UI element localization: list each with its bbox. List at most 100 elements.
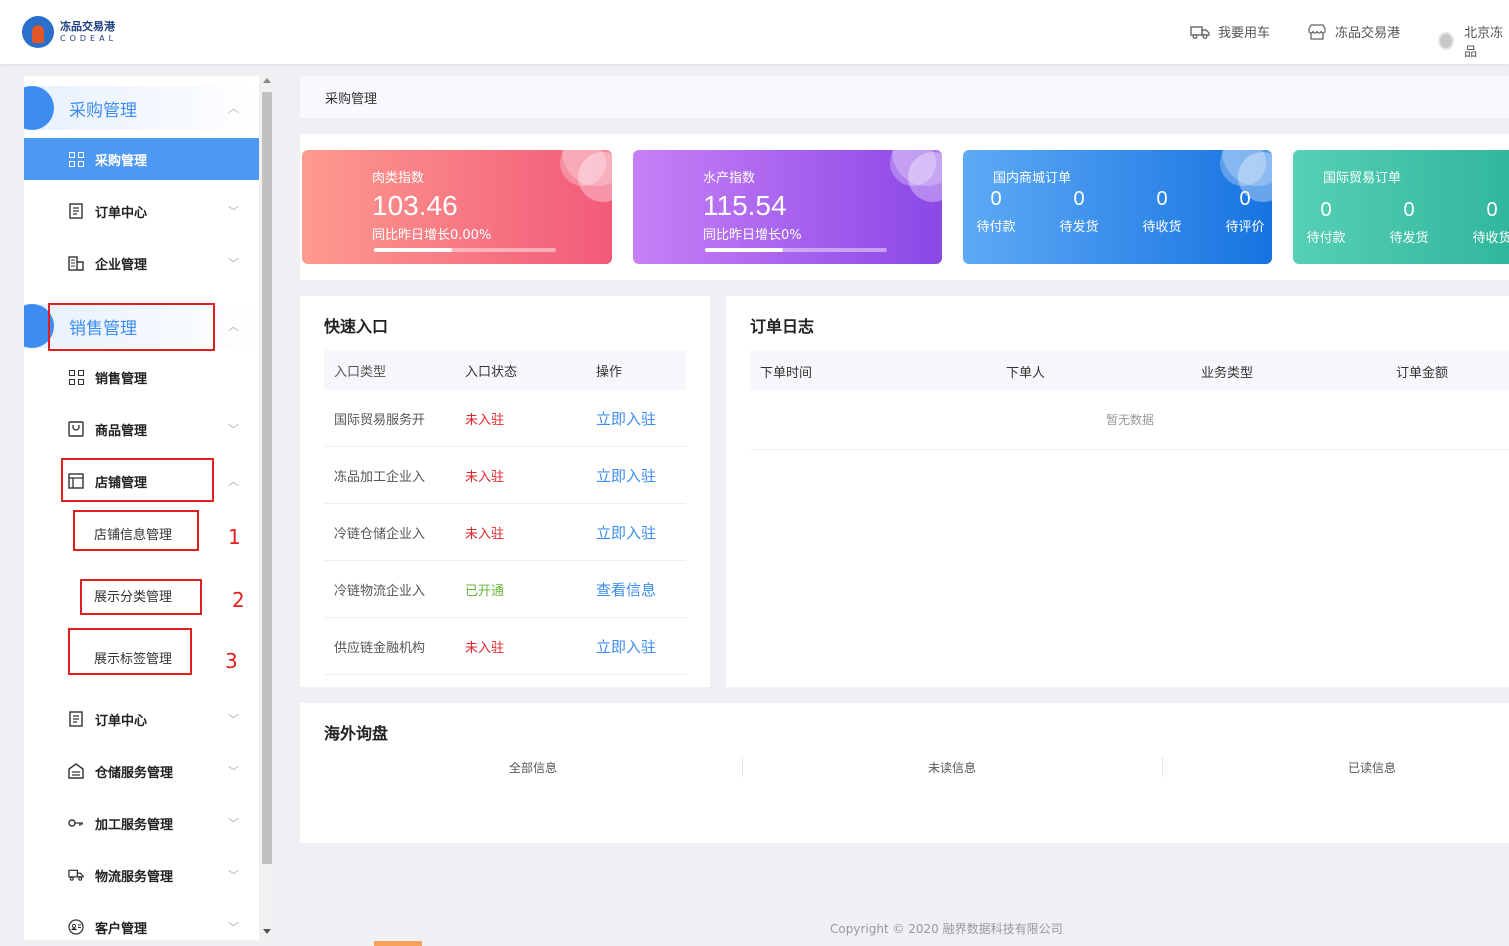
sidebar-item-product-mgmt[interactable]: 商品管理 — [24, 408, 259, 450]
card-progress — [374, 248, 556, 252]
order-stat-label: 待付款 — [1306, 231, 1346, 246]
chevron-down-icon — [228, 867, 239, 883]
tab-unread-info[interactable]: 未读信息 — [928, 759, 976, 776]
logo[interactable]: 冻品交易港 CODEAL — [22, 16, 117, 48]
nav-trade-port[interactable]: 冻品交易港 — [1307, 22, 1400, 41]
annotation-number-3: 3 — [225, 649, 238, 673]
card-title: 肉类指数 — [372, 171, 425, 186]
scroll-down-icon[interactable] — [263, 929, 271, 934]
annotation-box-3 — [68, 628, 192, 675]
column-header: 下单人 — [1006, 366, 1046, 381]
column-header: 订单金额 — [1396, 366, 1449, 381]
order-stat-pending-payment[interactable]: 0 待付款 — [1296, 199, 1356, 246]
table-row: 供应链金融机构 未入驻 立即入驻 — [324, 618, 686, 675]
order-stat-pending-receive[interactable]: 0 待收货 — [1132, 188, 1192, 235]
grid-icon — [68, 151, 84, 167]
table-row: 国际贸易服务开 未入驻 立即入驻 — [324, 390, 686, 447]
nav-user-label: 北京冻品 — [1464, 26, 1504, 60]
nav-user[interactable]: 北京冻品 — [1438, 22, 1509, 60]
order-stat-pending-review[interactable]: 0 待评价 — [1215, 188, 1272, 235]
sidebar-item-sales-mgmt[interactable]: 销售管理 — [24, 356, 259, 398]
aquatic-index-card[interactable]: 水产指数 115.54 同比昨日增长0% — [633, 150, 942, 264]
order-stat-pending-receive[interactable]: 0 待收货 — [1462, 199, 1509, 246]
order-stat-pending-ship[interactable]: 0 待发货 — [1379, 199, 1439, 246]
chevron-down-icon — [228, 421, 239, 437]
international-orders-card[interactable]: 国际贸易订单 0 待付款 0 待发货 0 待收货 — [1293, 150, 1509, 264]
sidebar-item-label: 采购管理 — [95, 153, 148, 169]
entry-status: 未入驻 — [465, 469, 505, 485]
entry-action-link[interactable]: 立即入驻 — [586, 636, 686, 657]
shop-icon — [1307, 23, 1327, 40]
logo-icon — [22, 16, 54, 48]
sidebar-item-logistics-service[interactable]: 物流服务管理 — [24, 854, 259, 896]
logo-en-text: CODEAL — [60, 34, 118, 43]
sidebar: 采购管理 采购管理 订单中心 企业管理 销售管理 销售管理 商品管理 — [24, 76, 259, 940]
column-header: 入口类型 — [334, 364, 387, 380]
breadcrumb: 采购管理 — [300, 76, 1509, 118]
entry-action-link[interactable]: 查看信息 — [586, 579, 686, 600]
entry-action-link[interactable]: 立即入驻 — [586, 408, 686, 429]
copyright-footer: Copyright © 2020 融界数据科技有限公司 — [830, 922, 1063, 936]
warehouse-icon — [68, 763, 84, 779]
entry-status: 未入驻 — [465, 640, 505, 656]
tab-read-info[interactable]: 已读信息 — [1348, 759, 1396, 776]
sidebar-item-storage-service[interactable]: 仓储服务管理 — [24, 750, 259, 792]
column-header: 操作 — [596, 364, 623, 380]
order-log-panel: 订单日志 下单时间 下单人 业务类型 订单金额 暂无数据 — [726, 296, 1509, 687]
sidebar-item-label: 加工服务管理 — [95, 817, 174, 833]
entry-action-link[interactable]: 立即入驻 — [586, 522, 686, 543]
order-stat-num: 0 — [990, 188, 1002, 210]
stat-cards: 肉类指数 103.46 同比昨日增长0.00% 水产指数 115.54 同比昨日… — [300, 134, 1509, 280]
truck-icon — [1190, 24, 1210, 40]
entry-action-link[interactable]: 立即入驻 — [586, 465, 686, 486]
sidebar-item-order-center-2[interactable]: 订单中心 — [24, 698, 259, 740]
scroll-up-icon[interactable] — [263, 78, 271, 83]
order-stat-pending-payment[interactable]: 0 待付款 — [966, 188, 1026, 235]
tab-divider — [742, 757, 743, 777]
document-icon — [68, 203, 84, 219]
card-progress-fill — [374, 248, 453, 252]
bottom-accent-bar — [374, 941, 422, 946]
sidebar-item-purchase-mgmt[interactable]: 采购管理 — [24, 138, 259, 180]
gear-key-icon — [68, 815, 84, 831]
group-indicator — [24, 86, 54, 130]
entry-status: 未入驻 — [465, 526, 505, 542]
sidebar-item-customer-mgmt[interactable]: 客户管理 — [24, 906, 259, 940]
chevron-down-icon — [228, 203, 239, 219]
sidebar-item-process-service[interactable]: 加工服务管理 — [24, 802, 259, 844]
sidebar-item-label: 企业管理 — [95, 257, 148, 273]
table-row: 冻品加工企业入 未入驻 立即入驻 — [324, 447, 686, 504]
card-title: 国内商城订单 — [993, 171, 1072, 186]
entry-status: 未入驻 — [465, 412, 505, 428]
meat-index-card[interactable]: 肉类指数 103.46 同比昨日增长0.00% — [302, 150, 612, 264]
order-stat-num: 0 — [1403, 199, 1415, 221]
scroll-thumb[interactable] — [262, 92, 272, 864]
sidebar-item-label: 销售管理 — [95, 371, 148, 387]
card-subtitle: 同比昨日增长0% — [703, 228, 802, 243]
card-title: 国际贸易订单 — [1323, 171, 1402, 186]
domestic-orders-card[interactable]: 国内商城订单 0 待付款 0 待发货 0 待收货 0 待评价 — [963, 150, 1272, 264]
column-header: 下单时间 — [760, 366, 813, 381]
breadcrumb-item[interactable]: 采购管理 — [325, 88, 377, 107]
nav-use-car[interactable]: 我要用车 — [1190, 22, 1270, 41]
order-stat-num: 0 — [1073, 188, 1085, 210]
grid-icon — [68, 369, 84, 385]
annotation-box-2 — [80, 579, 202, 615]
tab-all-info[interactable]: 全部信息 — [509, 759, 557, 776]
chevron-down-icon — [228, 919, 239, 935]
nav-trade-port-label: 冻品交易港 — [1335, 26, 1401, 41]
customer-icon — [68, 919, 84, 935]
sidebar-item-label: 物流服务管理 — [95, 869, 174, 885]
sidebar-item-company-mgmt[interactable]: 企业管理 — [24, 242, 259, 284]
chevron-down-icon — [228, 711, 239, 727]
entry-type: 供应链金融机构 — [334, 640, 426, 656]
chevron-up-icon — [228, 318, 239, 334]
group-label: 采购管理 — [69, 100, 137, 121]
annotation-box-1 — [73, 510, 199, 551]
column-header: 业务类型 — [1201, 366, 1254, 381]
sidebar-item-order-center[interactable]: 订单中心 — [24, 190, 259, 232]
order-stat-pending-ship[interactable]: 0 待发货 — [1049, 188, 1109, 235]
sidebar-scrollbar[interactable] — [260, 76, 274, 940]
sidebar-group-purchase[interactable]: 采购管理 — [24, 86, 259, 130]
top-header: 冻品交易港 CODEAL 我要用车 冻品交易港 北京冻品 — [0, 0, 1509, 64]
